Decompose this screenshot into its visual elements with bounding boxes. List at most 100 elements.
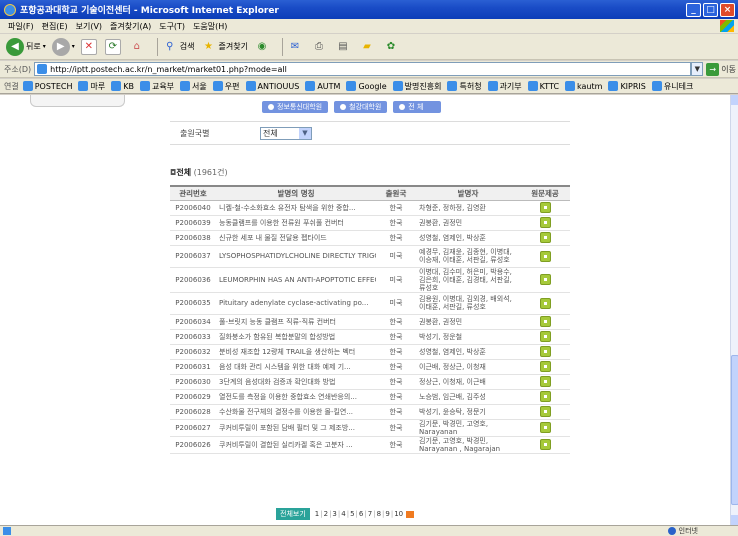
- table-row[interactable]: P2006039 능동클램프를 이용한 전류원 푸쉬풀 컨버터 한국 권봉환, 권정민: [170, 215, 570, 231]
- document-icon[interactable]: [539, 406, 551, 417]
- address-input[interactable]: http://iptt.postech.ac.kr/n_market/marke…: [34, 62, 692, 76]
- row-name[interactable]: 3단계의 음성대화 검증과 확인대화 방법: [216, 374, 376, 390]
- link-kb[interactable]: KB: [111, 81, 134, 91]
- table-row[interactable]: P2006037 LYSOPHOSPHATIDYLCHOLINE DIRECTLY…: [170, 245, 570, 268]
- menu-file[interactable]: 파일(F): [8, 21, 34, 32]
- table-row[interactable]: P2006034 풀-브릿지 능동 클램프 직류-직류 컨버터 한국 권봉환, 권정민: [170, 314, 570, 330]
- print-button[interactable]: ⎙: [311, 39, 329, 55]
- table-row[interactable]: P2006035 Pituitary adenylate cyclase-acti…: [170, 292, 570, 315]
- minimize-button[interactable]: _: [686, 2, 701, 17]
- favorites-button[interactable]: ★ 즐겨찾기: [201, 39, 248, 55]
- page-link[interactable]: 2: [324, 510, 328, 518]
- link-kipris[interactable]: KIPRIS: [608, 81, 646, 91]
- page-link[interactable]: 8: [377, 510, 381, 518]
- link-seoul[interactable]: 서울: [180, 81, 207, 92]
- page-link[interactable]: 9: [385, 510, 389, 518]
- mail-button[interactable]: ✉: [287, 39, 305, 55]
- link-postech[interactable]: POSTECH: [22, 81, 72, 91]
- page-link[interactable]: 7: [368, 510, 372, 518]
- link-most[interactable]: 과기부: [487, 81, 522, 92]
- document-icon[interactable]: [539, 274, 551, 285]
- table-row[interactable]: P2006036 LEUMORPHIN HAS AN ANTI-APOPTOTIC…: [170, 267, 570, 293]
- link-antiouus[interactable]: ANTIOUUS: [245, 81, 299, 91]
- page-link[interactable]: 10: [394, 510, 403, 518]
- link-patent[interactable]: 특허청: [447, 81, 482, 92]
- table-row[interactable]: P2006027 쿠커비투릴이 포함된 담배 필터 및 그 제조방... 한국 김기문…: [170, 419, 570, 437]
- row-name[interactable]: 풀-브릿지 능동 클램프 직류-직류 컨버터: [216, 314, 376, 330]
- table-row[interactable]: P2006033 질화붕소가 함유된 복합분말의 합성방법 한국 박성기, 정운철: [170, 329, 570, 345]
- link-google[interactable]: Google: [346, 81, 387, 91]
- messenger-button[interactable]: ✿: [383, 39, 401, 55]
- category-ict-button[interactable]: 정보통신대학원: [262, 101, 329, 113]
- table-row[interactable]: P2006028 수산화물 전구체의 결정수를 이용한 몰-킬연... 한국 박성기,…: [170, 404, 570, 420]
- scroll-down-arrow[interactable]: [731, 515, 738, 525]
- close-button[interactable]: ×: [720, 2, 735, 17]
- document-icon[interactable]: [539, 297, 551, 309]
- back-button[interactable]: ◀ 뒤로 ▾: [6, 37, 46, 56]
- document-icon[interactable]: [539, 422, 551, 433]
- table-row[interactable]: P2006029 열전도를 측정을 이용한 중합효소 연쇄반응의... 한국 노승범,…: [170, 389, 570, 405]
- document-icon[interactable]: [539, 316, 551, 327]
- table-row[interactable]: P2006040 니켈-철-수소화효소 유전자 탐색을 위한 중합... 한국 차형준…: [170, 200, 570, 216]
- row-name[interactable]: 수산화물 전구체의 결정수를 이용한 몰-킬연...: [216, 404, 376, 420]
- document-icon[interactable]: [539, 331, 551, 342]
- folder-button[interactable]: ▰: [359, 39, 377, 55]
- maximize-button[interactable]: □: [703, 2, 718, 17]
- table-row[interactable]: P2006030 3단계의 음성대화 검증과 확인대화 방법 한국 정상근, 이청재,…: [170, 374, 570, 390]
- home-button[interactable]: ⌂: [129, 39, 147, 55]
- document-icon[interactable]: [539, 376, 551, 387]
- menu-edit[interactable]: 편집(E): [42, 21, 68, 32]
- page-link[interactable]: 1: [315, 510, 319, 518]
- country-select[interactable]: 전체 ▼: [260, 126, 312, 140]
- document-icon[interactable]: [539, 361, 551, 372]
- address-dropdown[interactable]: ▼: [691, 62, 704, 76]
- link-post[interactable]: 우편: [212, 81, 240, 92]
- row-name[interactable]: 분비성 재조합 12량체 TRAIL을 생산하는 벡터: [216, 344, 376, 360]
- page-link[interactable]: 4: [341, 510, 345, 518]
- edit-button[interactable]: ▤: [335, 39, 353, 55]
- row-name[interactable]: 쿠커비투릴이 결합된 실리카겔 혹은 고분자 ...: [216, 436, 376, 454]
- next-page-icon[interactable]: [406, 510, 415, 518]
- media-button[interactable]: ◉: [254, 39, 272, 55]
- scroll-up-arrow[interactable]: [731, 95, 738, 105]
- row-name[interactable]: 쿠커비투릴이 포함된 담배 필터 및 그 제조방...: [216, 419, 376, 437]
- scroll-thumb[interactable]: [731, 355, 738, 505]
- row-name[interactable]: LEUMORPHIN HAS AN ANTI-APOPTOTIC EFFECT …: [216, 267, 376, 293]
- page-link[interactable]: 6: [359, 510, 363, 518]
- page-link[interactable]: 5: [350, 510, 354, 518]
- row-name[interactable]: Pituitary adenylate cyclase-activating p…: [216, 292, 376, 315]
- menu-favorites[interactable]: 즐겨찾기(A): [110, 21, 151, 32]
- link-unitech[interactable]: 유니테크: [651, 81, 693, 92]
- go-button[interactable]: → 이동: [706, 62, 736, 76]
- menu-view[interactable]: 보기(V): [76, 21, 102, 32]
- link-kautm[interactable]: kautm: [565, 81, 602, 91]
- link-kttc[interactable]: KTTC: [527, 81, 559, 91]
- table-row[interactable]: P2006032 분비성 재조합 12량체 TRAIL을 생산하는 벡터 한국 성영철…: [170, 344, 570, 360]
- document-icon[interactable]: [539, 391, 551, 402]
- row-name[interactable]: 질화붕소가 함유된 복합분말의 합성방법: [216, 329, 376, 345]
- page-link[interactable]: 3: [332, 510, 336, 518]
- menu-tools[interactable]: 도구(T): [159, 21, 185, 32]
- category-steel-button[interactable]: 철강대학원: [334, 101, 388, 113]
- view-all-button[interactable]: 전체보기: [276, 508, 310, 520]
- document-icon[interactable]: [539, 346, 551, 357]
- vertical-scrollbar[interactable]: [730, 95, 738, 525]
- document-icon[interactable]: [539, 232, 551, 243]
- link-education[interactable]: 교육부: [139, 81, 174, 92]
- row-name[interactable]: 음성 대화 관리 시스템을 위한 대화 예제 기...: [216, 359, 376, 375]
- row-name[interactable]: 니켈-철-수소화효소 유전자 탐색을 위한 중합...: [216, 200, 376, 216]
- document-icon[interactable]: [539, 439, 551, 450]
- link-invention[interactable]: 발명진흥회: [392, 81, 441, 92]
- table-row[interactable]: P2006026 쿠커비투릴이 결합된 실리카겔 혹은 고분자 ... 한국 김기문,…: [170, 436, 570, 454]
- row-name[interactable]: 열전도를 측정을 이용한 중합효소 연쇄반응의...: [216, 389, 376, 405]
- table-row[interactable]: P2006031 음성 대화 관리 시스템을 위한 대화 예제 기... 한국 이근배…: [170, 359, 570, 375]
- refresh-button[interactable]: ⟳: [104, 38, 123, 55]
- document-icon[interactable]: [539, 250, 551, 262]
- menu-help[interactable]: 도움말(H): [193, 21, 227, 32]
- link-maru[interactable]: 마루: [78, 81, 105, 92]
- document-icon[interactable]: [539, 202, 551, 213]
- link-autm[interactable]: AUTM: [305, 81, 340, 91]
- table-row[interactable]: P2006038 신규한 세포 내 물질 전달용 펩타이드 한국 성영철, 염제인, …: [170, 230, 570, 246]
- search-button[interactable]: ⚲ 검색: [162, 39, 194, 55]
- stop-button[interactable]: ✕: [80, 38, 99, 55]
